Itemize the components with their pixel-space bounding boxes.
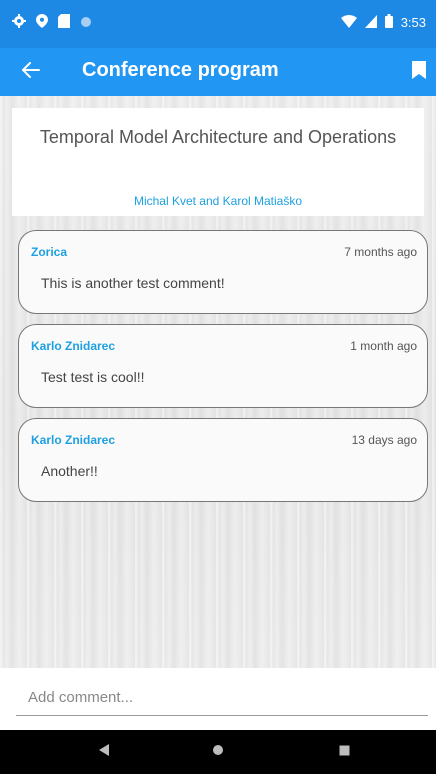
circle-icon xyxy=(80,15,92,33)
gear-icon xyxy=(12,14,26,33)
comment-time: 13 days ago xyxy=(351,433,417,447)
status-bar: 3:53 xyxy=(0,0,436,48)
comment-input-bar xyxy=(0,668,436,730)
bookmark-button[interactable] xyxy=(408,60,430,84)
back-triangle-icon xyxy=(98,743,110,762)
comment-time: 7 months ago xyxy=(344,245,417,259)
paper-title: Temporal Model Architecture and Operatio… xyxy=(39,127,397,147)
comment-text: Test test is cool!! xyxy=(41,369,145,385)
status-right-icons: 3:53 xyxy=(340,14,426,31)
home-circle-icon xyxy=(212,743,224,761)
recents-square-icon xyxy=(339,743,350,761)
comment-time: 1 month ago xyxy=(350,339,417,353)
back-button[interactable] xyxy=(18,60,44,84)
arrow-back-icon xyxy=(22,61,40,83)
app-title: Conference program xyxy=(82,59,279,81)
nav-back-button[interactable] xyxy=(92,740,116,764)
navigation-bar xyxy=(0,730,436,774)
sd-card-icon xyxy=(58,14,70,33)
wifi-icon xyxy=(340,14,357,31)
comment-card: Karlo Znidarec 13 days ago Another!! xyxy=(18,418,428,502)
status-left-icons xyxy=(12,14,92,33)
paper-header: Temporal Model Architecture and Operatio… xyxy=(12,108,424,216)
nav-recents-button[interactable] xyxy=(332,740,356,764)
signal-icon xyxy=(364,14,377,31)
battery-icon xyxy=(384,14,393,31)
clock-text: 3:53 xyxy=(400,15,426,30)
comment-author: Zorica xyxy=(31,245,68,259)
comment-author: Karlo Znidarec xyxy=(31,433,116,447)
comment-author: Karlo Znidarec xyxy=(31,339,116,353)
comment-input[interactable] xyxy=(16,680,428,716)
bookmark-icon xyxy=(412,60,426,84)
content-area: Temporal Model Architecture and Operatio… xyxy=(0,96,436,730)
comment-card: Zorica 7 months ago This is another test… xyxy=(18,230,428,314)
paper-authors[interactable]: Michal Kvet and Karol Matiaško xyxy=(32,194,404,208)
nav-home-button[interactable] xyxy=(206,740,230,764)
app-bar: Conference program xyxy=(0,48,436,96)
comment-text: Another!! xyxy=(41,463,98,479)
location-icon xyxy=(36,14,48,33)
comment-card: Karlo Znidarec 1 month ago Test test is … xyxy=(18,324,428,408)
comment-text: This is another test comment! xyxy=(41,275,225,291)
